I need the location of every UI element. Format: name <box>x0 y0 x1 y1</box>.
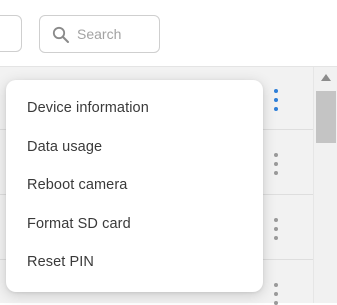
more-vertical-icon[interactable] <box>270 283 282 305</box>
search-input[interactable] <box>77 24 155 44</box>
menu-item-reset-pin[interactable]: Reset PIN <box>6 243 263 281</box>
menu-item-device-information[interactable]: Device information <box>6 89 263 127</box>
search-box[interactable] <box>39 15 160 53</box>
more-vertical-icon[interactable] <box>270 218 282 240</box>
more-vertical-icon[interactable] <box>270 153 282 175</box>
scroll-up-arrow-icon[interactable] <box>321 74 331 81</box>
menu-item-data-usage[interactable]: Data usage <box>6 128 263 166</box>
search-icon <box>52 26 70 44</box>
scroll-thumb[interactable] <box>316 91 336 143</box>
menu-item-format-sd-card[interactable]: Format SD card <box>6 205 263 243</box>
menu-item-reboot-camera[interactable]: Reboot camera <box>6 166 263 204</box>
scrollbar[interactable] <box>313 67 337 303</box>
more-vertical-icon[interactable] <box>270 89 282 111</box>
toolbar <box>0 0 337 67</box>
filter-field[interactable] <box>0 15 22 52</box>
context-menu: Device information Data usage Reboot cam… <box>6 80 263 292</box>
